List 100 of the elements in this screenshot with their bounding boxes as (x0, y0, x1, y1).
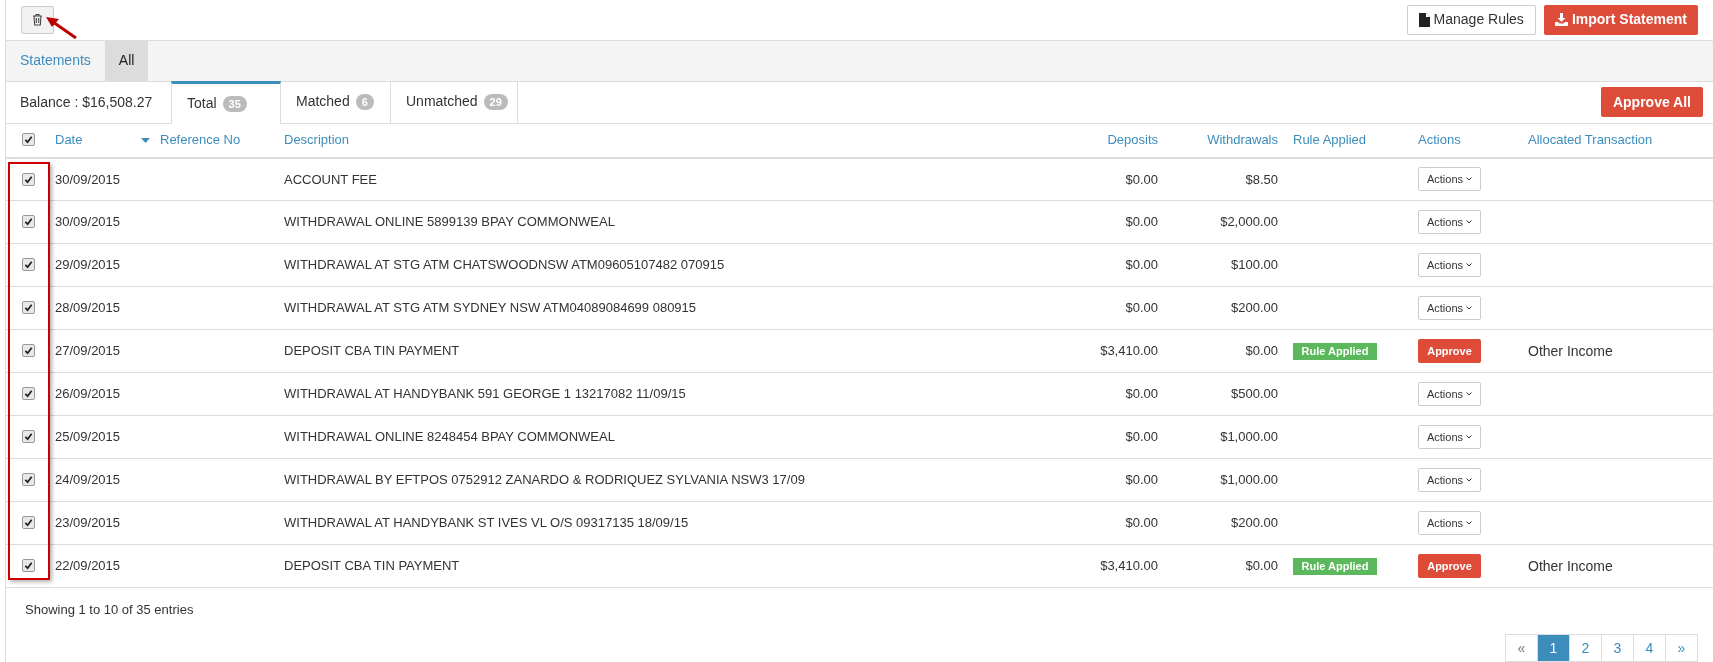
description-cell: WITHDRAWAL AT HANDYBANK ST IVES VL O/S 09317135 18/09/15 (279, 501, 1068, 545)
deposit-cell: $0.00 (1068, 157, 1168, 201)
column-header[interactable]: Rule Applied (1293, 130, 1366, 150)
count-badge: 35 (222, 95, 247, 112)
column-header[interactable]: Description (284, 130, 350, 150)
description-cell: WITHDRAWAL BY EFTPOS 0752912 ZANARDO & RODRIQUEZ SYLVANIA NSW3 17/09 (279, 458, 1068, 502)
deposit-cell: $0.00 (1068, 415, 1168, 459)
actions-dropdown[interactable]: Actions (1418, 468, 1481, 492)
import-statement-button[interactable]: Import Statement (1543, 4, 1698, 35)
withdrawal-cell: $1,000.00 (1168, 458, 1288, 502)
deposit-cell: $0.00 (1068, 372, 1168, 416)
date-cell: 24/09/2015 (50, 458, 155, 502)
column-header[interactable]: Date (55, 130, 83, 150)
date-cell: 27/09/2015 (50, 329, 155, 373)
filter-tab[interactable]: Total 35 (171, 80, 281, 124)
approve-all-button[interactable]: Approve All (1600, 87, 1703, 117)
deposit-cell: $0.00 (1068, 200, 1168, 244)
arrow-icon (44, 14, 78, 40)
checkbox[interactable] (21, 559, 35, 573)
checkbox[interactable] (21, 133, 35, 147)
date-cell: 26/09/2015 (50, 372, 155, 416)
date-cell: 25/09/2015 (50, 415, 155, 459)
deposit-cell: $3,410.00 (1068, 544, 1168, 588)
actions-dropdown[interactable]: Actions (1418, 253, 1481, 277)
checkbox[interactable] (21, 215, 35, 229)
checkbox[interactable] (21, 516, 35, 530)
actions-dropdown[interactable]: Actions (1418, 511, 1481, 535)
actions-dropdown[interactable]: Actions (1418, 210, 1481, 234)
actions-dropdown[interactable]: Actions (1418, 382, 1481, 406)
date-cell: 30/09/2015 (50, 157, 155, 201)
chevron-down-icon (1466, 177, 1473, 182)
download-icon (1554, 13, 1568, 27)
actions-dropdown[interactable]: Actions (1418, 296, 1481, 320)
date-cell: 30/09/2015 (50, 200, 155, 244)
actions-dropdown[interactable]: Actions (1418, 167, 1481, 192)
page-button[interactable]: 2 (1569, 634, 1602, 662)
description-cell: WITHDRAWAL ONLINE 8248454 BPAY COMMONWEAL (279, 415, 1068, 459)
rule-applied-label: Rule Applied (1293, 343, 1377, 361)
description-cell: DEPOSIT CBA TIN PAYMENT (279, 544, 1068, 588)
chevron-down-icon (1466, 392, 1473, 396)
approve-button[interactable]: Approve (1418, 339, 1481, 363)
column-header[interactable]: Actions (1418, 130, 1461, 150)
description-cell: WITHDRAWAL ONLINE 5899139 BPAY COMMONWEAL (279, 200, 1068, 244)
actions-dropdown[interactable]: Actions (1418, 425, 1481, 449)
checkbox[interactable] (21, 172, 35, 186)
date-cell: 22/09/2015 (50, 544, 155, 588)
allocated-cell: Other Income (1523, 544, 1713, 588)
withdrawal-cell: $0.00 (1168, 544, 1288, 588)
entries-info: Showing 1 to 10 of 35 entries (25, 601, 194, 619)
manage-rules-button[interactable]: Manage Rules (1406, 4, 1536, 35)
deposit-cell: $0.00 (1068, 458, 1168, 502)
chevron-down-icon (1466, 220, 1473, 224)
checkbox[interactable] (21, 344, 35, 358)
column-header[interactable]: Reference No (160, 130, 241, 150)
chevron-down-icon (1466, 263, 1473, 267)
nav-tab[interactable]: Statements (6, 40, 105, 81)
column-header[interactable]: Withdrawals (1207, 130, 1283, 150)
description-cell: WITHDRAWAL AT STG ATM CHATSWOODNSW ATM09605107482 070915 (279, 243, 1068, 287)
sort-icon (141, 137, 150, 143)
withdrawal-cell: $8.50 (1168, 157, 1288, 201)
page-button[interactable]: 4 (1633, 634, 1666, 662)
withdrawal-cell: $200.00 (1168, 286, 1288, 330)
checkbox[interactable] (21, 430, 35, 444)
page-button[interactable]: « (1505, 634, 1538, 662)
page-button[interactable]: 3 (1601, 634, 1634, 662)
filter-tab[interactable]: Matched 6 (281, 80, 391, 123)
page-button[interactable]: » (1665, 634, 1698, 662)
chevron-down-icon (1466, 521, 1473, 525)
checkbox[interactable] (21, 387, 35, 401)
description-cell: WITHDRAWAL AT HANDYBANK 591 GEORGE 1 13217082 11/09/15 (279, 372, 1068, 416)
date-cell: 28/09/2015 (50, 286, 155, 330)
withdrawal-cell: $1,000.00 (1168, 415, 1288, 459)
checkbox[interactable] (21, 258, 35, 272)
deposit-cell: $0.00 (1068, 501, 1168, 545)
rule-applied-label: Rule Applied (1293, 558, 1377, 576)
trash-icon (32, 13, 43, 27)
balance-label: Balance : $16,508.27 (19, 92, 154, 112)
withdrawal-cell: $0.00 (1168, 329, 1288, 373)
deposit-cell: $0.00 (1068, 243, 1168, 287)
column-header[interactable]: Allocated Transaction (1528, 130, 1653, 150)
document-icon (1418, 12, 1430, 27)
chevron-down-icon (1466, 435, 1473, 439)
approve-button[interactable]: Approve (1418, 554, 1481, 578)
withdrawal-cell: $500.00 (1168, 372, 1288, 416)
deposit-cell: $0.00 (1068, 286, 1168, 330)
delete-button[interactable] (21, 5, 54, 34)
count-badge: 29 (483, 93, 508, 110)
withdrawal-cell: $100.00 (1168, 243, 1288, 287)
page-button[interactable]: 1 (1537, 634, 1570, 662)
column-header[interactable]: Deposits (1107, 130, 1163, 150)
checkbox[interactable] (21, 473, 35, 487)
allocated-cell: Other Income (1523, 329, 1713, 373)
chevron-down-icon (1466, 478, 1473, 482)
description-cell: WITHDRAWAL AT STG ATM SYDNEY NSW ATM04089084699 080915 (279, 286, 1068, 330)
date-cell: 29/09/2015 (50, 243, 155, 287)
chevron-down-icon (1466, 306, 1473, 310)
filter-tab[interactable]: Unmatched 29 (391, 80, 518, 123)
date-cell: 23/09/2015 (50, 501, 155, 545)
checkbox[interactable] (21, 301, 35, 315)
nav-tab[interactable]: All (104, 40, 149, 81)
